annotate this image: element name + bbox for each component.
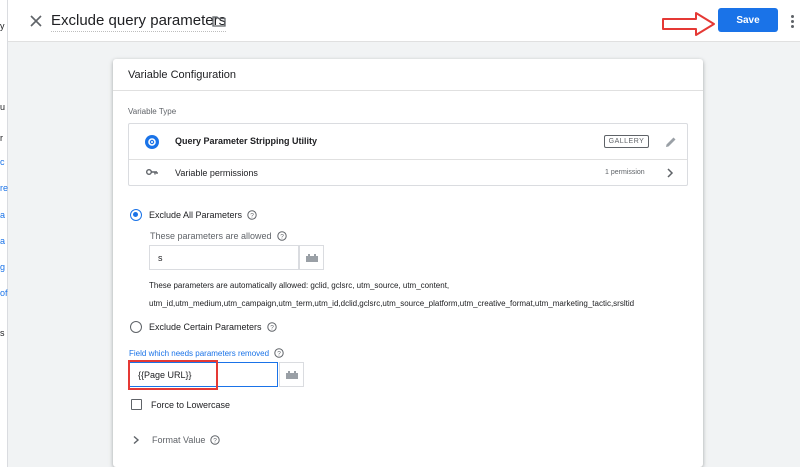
allowed-parameters-label: These parameters are allowed	[150, 231, 272, 241]
variable-permissions-label: Variable permissions	[175, 168, 258, 178]
help-icon[interactable]: ?	[276, 231, 287, 241]
force-lowercase-checkbox[interactable]	[131, 399, 142, 410]
permissions-count: 1 permission	[605, 169, 645, 176]
variable-permissions-row[interactable]: Variable permissions 1 permission	[129, 160, 687, 186]
key-icon	[146, 169, 158, 175]
variable-type-label: Variable Type	[128, 107, 177, 116]
field-label-row: Field which needs parameters removed ?	[129, 348, 284, 358]
format-value-label: Format Value	[152, 435, 206, 445]
auto-allowed-text-line2: utm_id,utm_medium,utm_campaign,utm_term,…	[149, 299, 635, 308]
field-input-wrap	[129, 362, 278, 387]
save-button[interactable]: Save	[718, 8, 778, 32]
help-icon[interactable]: ?	[266, 322, 277, 332]
background-glyph: r	[0, 133, 3, 143]
svg-text:?: ?	[214, 438, 218, 445]
chevron-right-icon	[667, 168, 674, 178]
background-glyph: g	[0, 262, 6, 272]
svg-text:?: ?	[280, 234, 284, 241]
exclude-all-radio[interactable]	[130, 209, 142, 221]
folder-icon[interactable]	[211, 13, 227, 29]
editor-header: Exclude query parameters Save	[8, 0, 800, 42]
background-glyph: y	[0, 21, 5, 31]
variable-brick-icon	[285, 370, 298, 379]
field-label: Field which needs parameters removed	[129, 348, 270, 358]
background-page-strip: y u r c re a a g of s	[0, 0, 8, 467]
variable-type-box: Query Parameter Stripping Utility GALLER…	[128, 123, 688, 186]
close-icon[interactable]	[26, 11, 46, 31]
help-icon[interactable]: ?	[247, 210, 257, 220]
allowed-parameters-label-row: These parameters are allowed ?	[150, 231, 287, 241]
exclude-certain-label: Exclude Certain Parameters	[149, 322, 262, 332]
exclude-certain-radio-row[interactable]: Exclude Certain Parameters ?	[130, 320, 277, 334]
force-lowercase-label: Force to Lowercase	[151, 399, 231, 410]
force-lowercase-row[interactable]: Force to Lowercase	[131, 399, 230, 410]
background-glyph: of	[0, 288, 8, 298]
svg-text:?: ?	[270, 325, 274, 332]
allowed-parameters-input[interactable]	[150, 246, 298, 269]
variable-type-name: Query Parameter Stripping Utility	[175, 136, 318, 146]
variable-configuration-card: Variable Configuration Variable Type Que…	[113, 59, 703, 467]
exclude-all-label: Exclude All Parameters	[149, 210, 243, 220]
svg-text:?: ?	[277, 351, 281, 358]
edit-pencil-icon[interactable]	[664, 135, 678, 149]
variable-picker-button[interactable]	[299, 245, 324, 270]
field-input[interactable]	[130, 363, 277, 386]
gear-icon	[145, 135, 159, 149]
card-divider	[113, 90, 703, 91]
gallery-badge: GALLERY	[604, 135, 649, 148]
variable-brick-icon	[305, 253, 318, 262]
exclude-certain-radio[interactable]	[130, 321, 142, 333]
format-value-row[interactable]: Format Value ?	[132, 435, 221, 445]
variable-name-title[interactable]: Exclude query parameters	[51, 12, 227, 32]
allowed-parameters-input-wrap	[149, 245, 299, 270]
variable-type-row[interactable]: Query Parameter Stripping Utility GALLER…	[129, 124, 687, 160]
variable-picker-button[interactable]	[279, 362, 304, 387]
auto-allowed-text-line1: These parameters are automatically allow…	[149, 281, 450, 290]
help-icon[interactable]: ?	[210, 435, 221, 445]
background-glyph: u	[0, 102, 6, 112]
card-title: Variable Configuration	[128, 69, 237, 81]
background-glyph: s	[0, 328, 5, 338]
help-icon[interactable]: ?	[274, 348, 284, 358]
background-glyph: a	[0, 236, 6, 246]
chevron-right-icon	[133, 435, 140, 445]
svg-text:?: ?	[250, 213, 254, 220]
annotation-arrow-icon	[662, 12, 715, 36]
exclude-all-radio-row[interactable]: Exclude All Parameters ?	[130, 208, 257, 222]
background-glyph: c	[0, 157, 5, 167]
more-vert-icon[interactable]	[784, 12, 800, 30]
background-glyph: re	[0, 183, 9, 193]
background-glyph: a	[0, 210, 6, 220]
